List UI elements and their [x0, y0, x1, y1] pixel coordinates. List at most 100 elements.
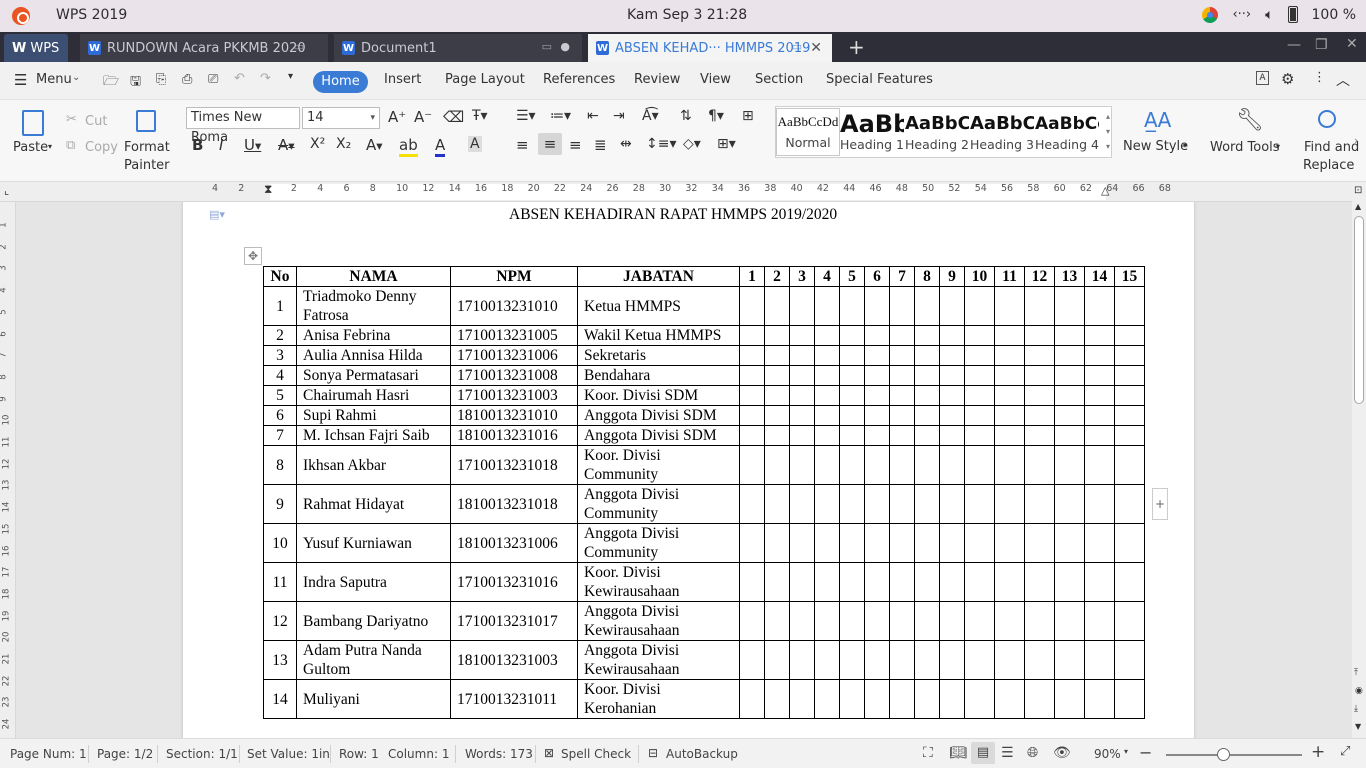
attendance-cell[interactable] — [1024, 445, 1055, 485]
more-options-icon[interactable]: ⋮ — [1313, 70, 1326, 85]
tab-section[interactable]: Section — [755, 72, 803, 87]
attendance-cell[interactable] — [864, 640, 890, 680]
table-row[interactable]: 10 Yusuf Kurniawan 1810013231006 Anggota Di… — [263, 523, 1145, 563]
attendance-cell[interactable] — [914, 405, 940, 426]
italic-icon[interactable]: I — [219, 136, 223, 154]
cell-npm[interactable]: 1810013231016 — [450, 425, 578, 446]
status-set-value[interactable]: Set Value: 1in — [247, 747, 330, 761]
style-heading-1[interactable]: AaBb Heading 1 — [840, 111, 904, 152]
attendance-cell[interactable] — [889, 679, 915, 719]
cell-npm[interactable]: 1710013231018 — [450, 445, 578, 485]
zoom-slider-track[interactable] — [1166, 754, 1302, 756]
attendance-cell[interactable] — [1024, 286, 1055, 326]
sort-icon[interactable]: ⇅ — [680, 108, 692, 124]
attendance-cell[interactable] — [914, 325, 940, 346]
attendance-cell[interactable] — [1114, 385, 1145, 406]
font-color-icon[interactable]: A — [435, 136, 446, 157]
attendance-cell[interactable] — [739, 679, 765, 719]
column-header-meeting[interactable]: 10 — [964, 266, 995, 287]
attendance-cell[interactable] — [914, 365, 940, 386]
phonetic-guide-icon[interactable]: Ŧ▾ — [472, 108, 488, 124]
attendance-cell[interactable] — [739, 523, 765, 563]
tab-absen-active[interactable]: W ABSEN KEHAD··· HMMPS 2019 ▭ ✕ — [588, 34, 832, 62]
attendance-cell[interactable] — [789, 286, 815, 326]
attendance-cell[interactable] — [964, 523, 995, 563]
attendance-cell[interactable] — [739, 484, 765, 524]
attendance-cell[interactable] — [964, 484, 995, 524]
attendance-cell[interactable] — [889, 365, 915, 386]
subscript-icon[interactable]: X₂ — [336, 136, 351, 152]
cell-no[interactable]: 5 — [263, 385, 297, 406]
attendance-cell[interactable] — [994, 345, 1025, 366]
ribbon-scroll-right-icon[interactable]: › — [1354, 134, 1358, 147]
attendance-cell[interactable] — [764, 286, 790, 326]
attendance-cell[interactable] — [739, 601, 765, 641]
vertical-scrollbar[interactable]: ⊡ ▲ ⤒ ◉ ⤓ ▼ — [1352, 182, 1366, 738]
attendance-cell[interactable] — [1114, 286, 1145, 326]
attendance-cell[interactable] — [1054, 365, 1085, 386]
column-header-meeting[interactable]: 12 — [1024, 266, 1055, 287]
cell-npm[interactable]: 1710013231016 — [450, 562, 578, 602]
attendance-cell[interactable] — [1054, 562, 1085, 602]
status-page-num[interactable]: Page Num: 1 — [10, 747, 87, 761]
attendance-cell[interactable] — [764, 365, 790, 386]
cell-nama[interactable]: Yusuf Kurniawan — [296, 523, 451, 563]
chevron-down-icon[interactable]: ▾ — [1124, 747, 1128, 756]
style-normal[interactable]: AaBbCcDd Normal — [776, 108, 840, 156]
attendance-cell[interactable] — [889, 325, 915, 346]
attendance-cell[interactable] — [939, 523, 965, 563]
new-tab-button[interactable]: + — [848, 35, 865, 59]
attendance-cell[interactable] — [839, 679, 865, 719]
volume-icon[interactable]: 🔈︎ — [1265, 7, 1273, 23]
table-row[interactable]: 5 Chairumah Hasri 1710013231003 Koor. Divis… — [263, 385, 1145, 406]
attendance-cell[interactable] — [939, 365, 965, 386]
next-page-icon[interactable]: ⤓ — [1354, 704, 1358, 714]
cell-nama[interactable]: Indra Saputra — [296, 562, 451, 602]
attendance-cell[interactable] — [1084, 601, 1115, 641]
attendance-cell[interactable] — [994, 601, 1025, 641]
attendance-cell[interactable] — [864, 484, 890, 524]
battery-icon[interactable] — [1287, 6, 1298, 23]
column-header-meeting[interactable]: 2 — [764, 266, 790, 287]
cell-no[interactable]: 11 — [263, 562, 297, 602]
cell-nama[interactable]: Chairumah Hasri — [296, 385, 451, 406]
attendance-cell[interactable] — [1114, 562, 1145, 602]
attendance-cell[interactable] — [864, 523, 890, 563]
attendance-cell[interactable] — [939, 385, 965, 406]
cell-nama[interactable]: Rahmat Hidayat — [296, 484, 451, 524]
attendance-cell[interactable] — [914, 385, 940, 406]
attendance-cell[interactable] — [994, 286, 1025, 326]
attendance-cell[interactable] — [864, 286, 890, 326]
page-header-icon[interactable]: ▤▾ — [209, 208, 225, 221]
doc-info-icon[interactable]: A — [1256, 71, 1269, 85]
attendance-cell[interactable] — [814, 385, 840, 406]
cell-no[interactable]: 6 — [263, 405, 297, 426]
cell-npm[interactable]: 1710013231011 — [450, 679, 578, 719]
attendance-cell[interactable] — [1114, 523, 1145, 563]
attendance-cell[interactable] — [964, 365, 995, 386]
restore-window-icon[interactable]: ❐ — [1315, 37, 1328, 53]
attendance-cell[interactable] — [1054, 286, 1085, 326]
attendance-cell[interactable] — [839, 365, 865, 386]
attendance-cell[interactable] — [994, 385, 1025, 406]
attendance-cell[interactable] — [1114, 601, 1145, 641]
attendance-cell[interactable] — [939, 325, 965, 346]
attendance-cell[interactable] — [1084, 425, 1115, 446]
attendance-cell[interactable] — [1054, 601, 1085, 641]
eye-protection-icon[interactable]: 👁︎ — [1053, 745, 1071, 761]
attendance-cell[interactable] — [839, 640, 865, 680]
attendance-cell[interactable] — [939, 601, 965, 641]
column-header-no[interactable]: No — [263, 266, 297, 287]
attendance-cell[interactable] — [964, 345, 995, 366]
attendance-cell[interactable] — [994, 365, 1025, 386]
attendance-cell[interactable] — [864, 679, 890, 719]
cell-no[interactable]: 10 — [263, 523, 297, 563]
increase-indent-icon[interactable]: ⇥ — [613, 108, 625, 124]
attendance-cell[interactable] — [914, 601, 940, 641]
attendance-cell[interactable] — [939, 345, 965, 366]
status-page[interactable]: Page: 1/2 — [97, 747, 153, 761]
cell-no[interactable]: 13 — [263, 640, 297, 680]
export-icon[interactable]: ⎘ — [156, 72, 166, 87]
scroll-up-icon[interactable]: ▲ — [1355, 202, 1361, 211]
clock[interactable]: Kam Sep 3 21:28 — [627, 7, 747, 23]
